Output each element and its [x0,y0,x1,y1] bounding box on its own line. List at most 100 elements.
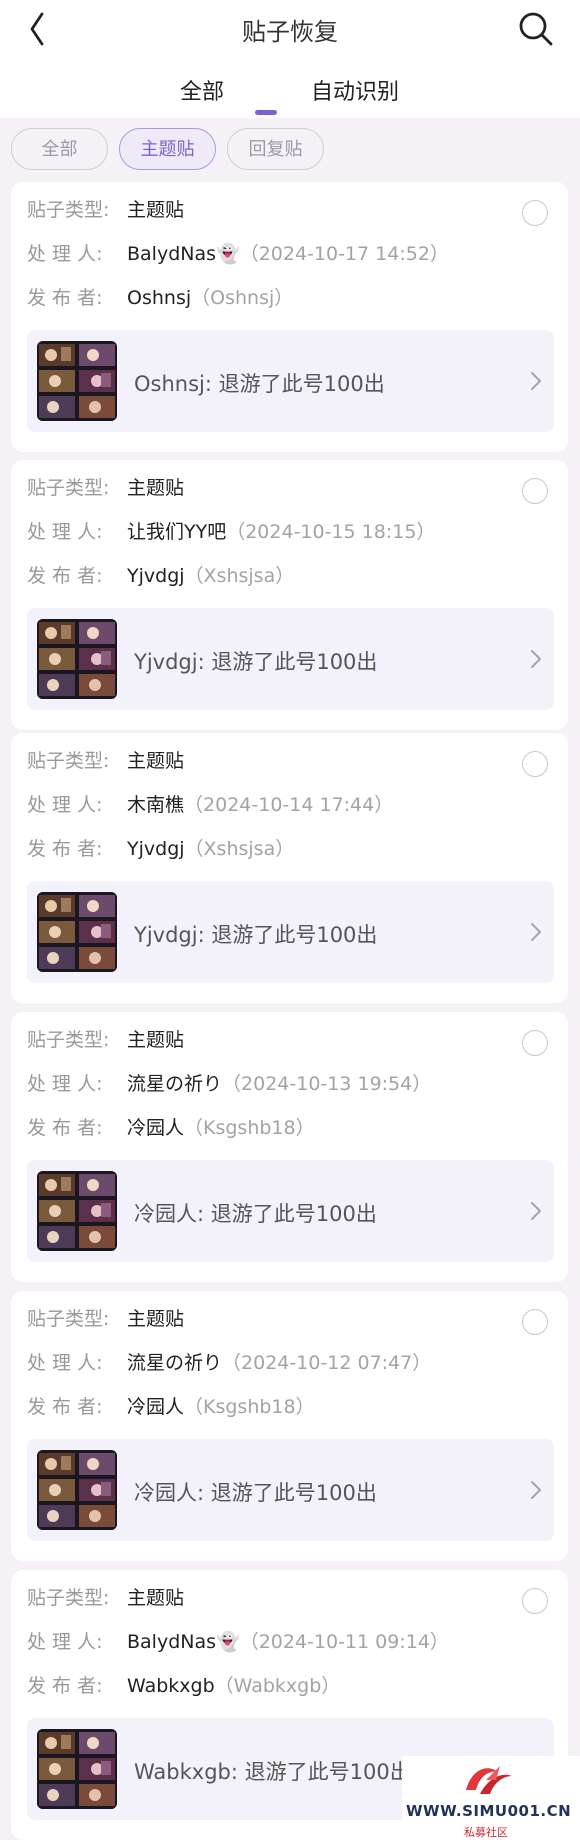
poster-id: （Ksgshb18） [184,1396,315,1418]
select-radio[interactable] [522,478,548,504]
poster-label: 发 布 者: [27,287,103,309]
poster-row: 发 布 者: Oshnsj（Oshnsj） [27,285,293,311]
post-preview-text: Yjvdgj: 退游了此号100出 [134,923,378,947]
post-preview-text: 冷园人: 退游了此号100出 [134,1481,377,1505]
type-label: 贴子类型: [27,1029,110,1051]
post-card: 贴子类型: 主题贴 处 理 人: 流星の祈り（2024-10-12 07:47） 发… [11,1291,568,1561]
top-bar: 贴子恢复 全部 自动识别 [0,0,580,118]
type-row: 贴子类型: 主题贴 [27,748,184,774]
post-preview-text: Wabkxgb: 退游了此号100出 [134,1760,411,1784]
post-thumbnail [37,1450,117,1530]
handler-label: 处 理 人: [27,1352,103,1374]
post-preview-text: 冷园人: 退游了此号100出 [134,1202,377,1226]
poster-name: Yjvdgj [127,565,185,587]
handler-row: 处 理 人: 流星の祈り（2024-10-12 07:47） [27,1350,431,1376]
type-row: 贴子类型: 主题贴 [27,475,184,501]
poster-label: 发 布 者: [27,838,103,860]
poster-id: （Xshsjsa） [184,838,295,860]
post-preview[interactable]: Oshnsj: 退游了此号100出 [27,330,554,432]
poster-id: （Ksgshb18） [184,1117,315,1139]
handled-time: （2024-10-13 19:54） [222,1073,432,1095]
poster-row: 发 布 者: Wabkxgb（Wabkxgb） [27,1673,340,1699]
handled-time: （2024-10-12 07:47） [222,1352,432,1374]
post-card: 贴子类型: 主题贴 处 理 人: BalydNas👻（2024-10-17 14:5… [11,182,568,452]
select-radio[interactable] [522,200,548,226]
chevron-right-icon [531,923,541,941]
post-preview-text: Oshnsj: 退游了此号100出 [134,372,385,396]
poster-name: Wabkxgb [127,1675,215,1697]
active-tab-indicator [255,110,277,115]
post-type-value: 主题贴 [127,199,185,221]
type-row: 贴子类型: 主题贴 [27,1585,184,1611]
post-card: 贴子类型: 主题贴 处 理 人: 木南樵（2024-10-14 17:44） 发 布… [11,733,568,1003]
tab-auto-detect[interactable]: 自动识别 [311,74,399,106]
handler-name: 流星の祈り [127,1352,223,1374]
poster-row: 发 布 者: 冷园人（Ksgshb18） [27,1115,315,1141]
post-type-value: 主题贴 [127,477,185,499]
post-thumbnail [37,341,117,421]
handler-name: 木南樵 [127,794,185,816]
search-icon[interactable] [516,6,556,50]
select-radio[interactable] [522,1030,548,1056]
handler-label: 处 理 人: [27,521,103,543]
post-thumbnail [37,1729,117,1809]
type-label: 贴子类型: [27,1308,110,1330]
poster-label: 发 布 者: [27,1675,103,1697]
poster-label: 发 布 者: [27,1117,103,1139]
post-thumbnail [37,1171,117,1251]
poster-name: Yjvdgj [127,838,185,860]
select-radio[interactable] [522,1309,548,1335]
type-row: 贴子类型: 主题贴 [27,1306,184,1332]
chevron-right-icon [531,1481,541,1499]
post-preview[interactable]: Yjvdgj: 退游了此号100出 [27,881,554,983]
handler-row: 处 理 人: BalydNas👻（2024-10-17 14:52） [27,241,449,267]
filter-chip-reply[interactable]: 回复贴 [227,128,324,170]
post-preview-text: Yjvdgj: 退游了此号100出 [134,650,378,674]
handled-time: （2024-10-17 14:52） [239,243,449,265]
type-label: 贴子类型: [27,477,110,499]
filter-chip-topic[interactable]: 主题贴 [119,128,216,170]
post-thumbnail [37,892,117,972]
handler-name: BalydNas👻 [127,1631,240,1653]
handled-time: （2024-10-11 09:14） [239,1631,449,1653]
handler-name: BalydNas👻 [127,243,240,265]
handled-time: （2024-10-15 18:15） [226,521,436,543]
watermark-name: 私募社区 [464,1826,508,1839]
post-preview[interactable]: Yjvdgj: 退游了此号100出 [27,608,554,710]
post-type-value: 主题贴 [127,1308,185,1330]
post-card: 贴子类型: 主题贴 处 理 人: 让我们YY吧（2024-10-15 18:15） … [11,460,568,730]
filter-chip-all[interactable]: 全部 [11,128,108,170]
poster-name: 冷园人 [127,1396,185,1418]
watermark-logo-icon [466,1766,512,1794]
poster-row: 发 布 者: 冷园人（Ksgshb18） [27,1394,315,1420]
handler-label: 处 理 人: [27,1631,103,1653]
chevron-right-icon [531,1202,541,1220]
post-type-value: 主题贴 [127,1587,185,1609]
handler-name: 让我们YY吧 [127,521,227,543]
handled-time: （2024-10-14 17:44） [184,794,394,816]
tab-all[interactable]: 全部 [180,74,224,106]
type-row: 贴子类型: 主题贴 [27,197,184,223]
select-radio[interactable] [522,1588,548,1614]
handler-label: 处 理 人: [27,1073,103,1095]
handler-label: 处 理 人: [27,243,103,265]
post-preview[interactable]: 冷园人: 退游了此号100出 [27,1160,554,1262]
poster-name: 冷园人 [127,1117,185,1139]
handler-row: 处 理 人: BalydNas👻（2024-10-11 09:14） [27,1629,449,1655]
poster-name: Oshnsj [127,287,192,309]
post-preview[interactable]: 冷园人: 退游了此号100出 [27,1439,554,1541]
type-label: 贴子类型: [27,199,110,221]
post-thumbnail [37,619,117,699]
poster-label: 发 布 者: [27,1396,103,1418]
type-row: 贴子类型: 主题贴 [27,1027,184,1053]
chevron-right-icon [531,650,541,668]
poster-id: （Xshsjsa） [184,565,295,587]
type-label: 贴子类型: [27,1587,110,1609]
type-label: 贴子类型: [27,750,110,772]
select-radio[interactable] [522,751,548,777]
post-type-value: 主题贴 [127,1029,185,1051]
poster-row: 发 布 者: Yjvdgj（Xshsjsa） [27,836,294,862]
handler-row: 处 理 人: 流星の祈り（2024-10-13 19:54） [27,1071,431,1097]
handler-label: 处 理 人: [27,794,103,816]
watermark: WWW.SIMU001.CN 私募社区 [402,1756,580,1840]
